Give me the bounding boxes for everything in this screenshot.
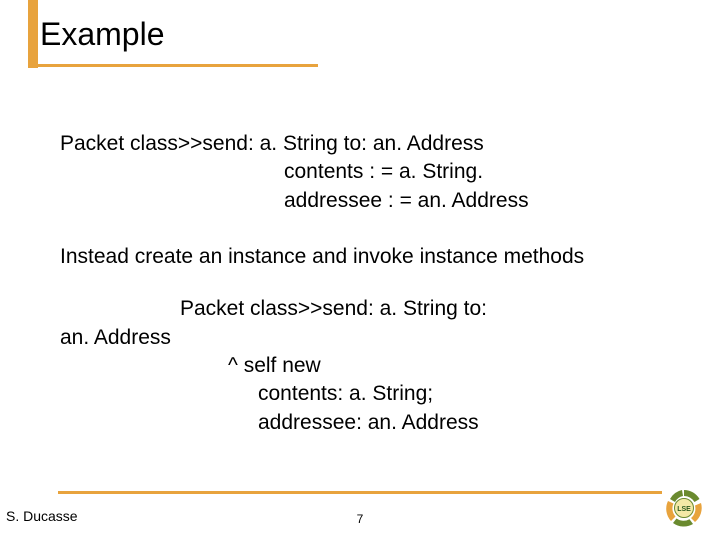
page-number: 7 [357, 512, 364, 526]
code-line: addressee: an. Address [60, 409, 680, 437]
slide-title: Example [40, 16, 165, 61]
title-underline [28, 64, 318, 67]
code-line: contents : = a. String. [60, 158, 680, 186]
svg-text:LSE: LSE [677, 506, 691, 513]
paragraph: Instead create an instance and invoke in… [60, 243, 680, 271]
code-line: Packet class>>send: a. String to: [60, 295, 680, 323]
code-line: contents: a. String; [60, 380, 680, 408]
code-line: ^ self new [60, 352, 680, 380]
code-block-2: Packet class>>send: a. String to: an. Ad… [60, 295, 680, 437]
code-line: Packet class>>send: a. String to: an. Ad… [60, 130, 680, 158]
code-line: addressee : = an. Address [60, 187, 680, 215]
footer-author: S. Ducasse [6, 508, 78, 524]
accent-bar [28, 0, 38, 68]
title-wrap: Example [40, 16, 165, 61]
code-line: an. Address [60, 324, 680, 352]
footer-rule [58, 491, 662, 494]
code-block-1: Packet class>>send: a. String to: an. Ad… [60, 130, 680, 215]
slide-body: Packet class>>send: a. String to: an. Ad… [60, 130, 680, 437]
lse-logo-icon: LSE [662, 486, 706, 530]
